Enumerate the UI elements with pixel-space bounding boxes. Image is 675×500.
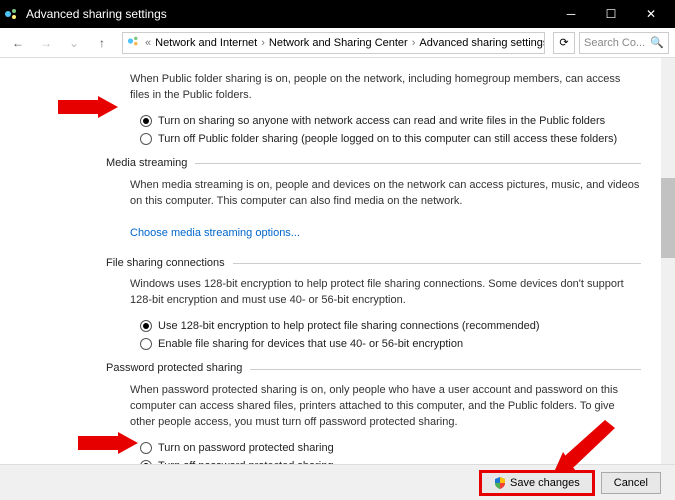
maximize-button[interactable]: ☐: [591, 0, 631, 28]
breadcrumb-item[interactable]: Advanced sharing settings: [419, 37, 545, 49]
radio-128bit[interactable]: Use 128-bit encryption to help protect f…: [140, 319, 641, 335]
filesharing-desc: Windows uses 128-bit encryption to help …: [130, 277, 641, 309]
scrollbar-track[interactable]: [661, 58, 675, 464]
footer: Save changes Cancel: [0, 464, 675, 500]
scrollbar-thumb[interactable]: [661, 178, 675, 258]
titlebar: Advanced sharing settings ─ ☐ ✕: [0, 0, 675, 28]
breadcrumb-icon: [127, 34, 141, 51]
refresh-button[interactable]: ⟳: [553, 32, 575, 54]
back-button[interactable]: ←: [6, 31, 30, 55]
content-area: When Public folder sharing is on, people…: [0, 58, 661, 464]
cancel-button[interactable]: Cancel: [601, 472, 661, 494]
breadcrumb-item[interactable]: Network and Internet: [155, 37, 257, 49]
public-folder-desc: When Public folder sharing is on, people…: [130, 72, 641, 104]
navbar: ← → ⌄ ↑ « Network and Internet › Network…: [0, 28, 675, 58]
section-media-streaming: Media streaming: [106, 156, 641, 172]
app-icon: [4, 6, 20, 22]
password-desc: When password protected sharing is on, o…: [130, 383, 641, 431]
save-changes-button[interactable]: Save changes: [481, 472, 593, 494]
close-button[interactable]: ✕: [631, 0, 671, 28]
forward-button[interactable]: →: [34, 31, 58, 55]
shield-icon: [494, 477, 506, 489]
search-icon: 🔍: [650, 36, 664, 49]
section-password-sharing: Password protected sharing: [106, 361, 641, 377]
minimize-button[interactable]: ─: [551, 0, 591, 28]
radio-40bit[interactable]: Enable file sharing for devices that use…: [140, 337, 641, 353]
window-title: Advanced sharing settings: [26, 7, 167, 21]
section-file-sharing: File sharing connections: [106, 256, 641, 272]
radio-password-on[interactable]: Turn on password protected sharing: [140, 441, 641, 457]
up-button[interactable]: ↑: [90, 31, 114, 55]
breadcrumb[interactable]: « Network and Internet › Network and Sha…: [122, 32, 545, 54]
recent-dropdown[interactable]: ⌄: [62, 31, 86, 55]
media-desc: When media streaming is on, people and d…: [130, 178, 641, 210]
breadcrumb-item[interactable]: Network and Sharing Center: [269, 37, 408, 49]
search-input[interactable]: Search Co... 🔍: [579, 32, 669, 54]
radio-public-sharing-on[interactable]: Turn on sharing so anyone with network a…: [140, 114, 641, 130]
radio-public-sharing-off[interactable]: Turn off Public folder sharing (people l…: [140, 132, 641, 148]
media-streaming-link[interactable]: Choose media streaming options...: [130, 226, 300, 242]
